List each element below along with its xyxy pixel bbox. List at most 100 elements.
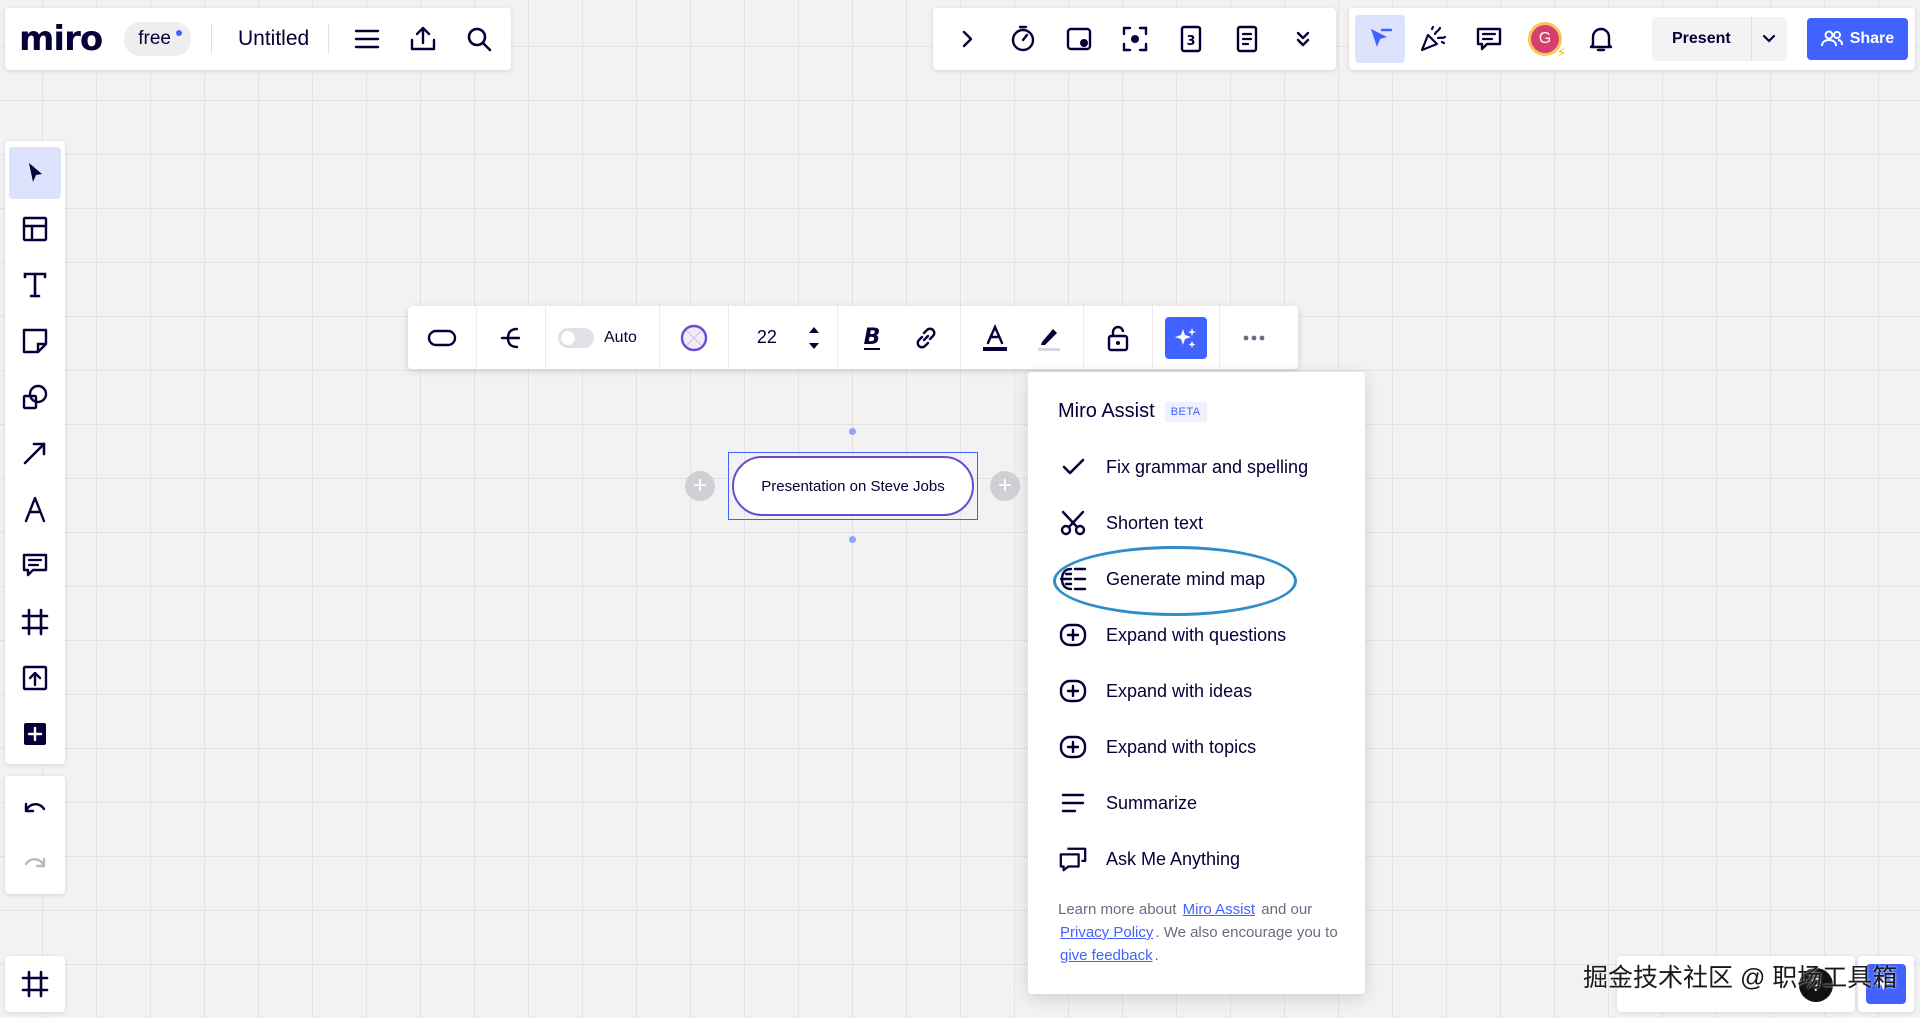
footer-text: and our — [1261, 901, 1313, 918]
bolt-icon: ⚡ — [1556, 45, 1566, 60]
comment-tool-icon[interactable] — [9, 540, 61, 592]
plan-badge-dot — [175, 30, 182, 36]
stepper-arrows-icon[interactable] — [803, 316, 825, 360]
menu-item-label: Generate mind map — [1106, 568, 1266, 589]
share-label: Share — [1849, 30, 1895, 47]
templates-icon[interactable] — [9, 203, 61, 255]
shapes-icon[interactable] — [9, 371, 61, 423]
font-size-value[interactable]: 22 — [741, 327, 793, 348]
node-text[interactable]: Presentation on Steve Jobs — [761, 478, 944, 495]
privacy-policy-link[interactable]: Privacy Policy — [1058, 924, 1155, 941]
svg-text:3: 3 — [1186, 34, 1195, 49]
lines-icon — [1058, 788, 1088, 818]
board-header: miro free Untitled — [5, 8, 511, 70]
notes-icon[interactable] — [1219, 11, 1275, 67]
menu-item-label: Fix grammar and spelling — [1106, 456, 1309, 477]
comments-icon[interactable] — [1461, 11, 1517, 67]
search-icon[interactable] — [451, 11, 507, 67]
export-icon[interactable] — [395, 11, 451, 67]
bold-icon[interactable]: B — [850, 316, 894, 360]
more-apps-icon[interactable] — [9, 708, 61, 760]
footer-text: . — [1154, 947, 1159, 964]
node-shape: Presentation on Steve Jobs — [732, 456, 974, 516]
chevron-down-icon[interactable] — [1750, 17, 1787, 61]
timer-icon[interactable] — [995, 11, 1051, 67]
menu-item-label: Expand with ideas — [1106, 680, 1253, 701]
miro-logo[interactable]: miro — [19, 19, 103, 59]
check-icon — [1058, 452, 1088, 482]
auto-group: Auto — [546, 306, 660, 369]
menu-item-expand-ideas[interactable]: Expand with ideas — [1052, 668, 1342, 714]
bell-icon[interactable] — [1573, 11, 1629, 67]
redo-icon[interactable] — [9, 839, 61, 890]
sticky-note-icon[interactable] — [9, 315, 61, 367]
ai-sparkle-icon[interactable] — [1164, 316, 1207, 359]
chevron-right-icon[interactable] — [939, 11, 995, 67]
avatar-initial: G — [1538, 30, 1552, 47]
connector-line-icon[interactable] — [9, 427, 61, 479]
menu-item-expand-topics[interactable]: Expand with topics — [1052, 724, 1342, 770]
frame-tool-icon[interactable] — [9, 596, 61, 648]
menu-item-label: Shorten text — [1106, 512, 1204, 533]
share-button[interactable]: Share — [1806, 18, 1909, 60]
beta-badge: BETA — [1164, 401, 1207, 422]
chat-bubbles-icon — [1058, 844, 1088, 874]
pill-shape-icon[interactable] — [420, 316, 464, 360]
plus-box-icon — [1058, 732, 1088, 762]
footer-text: Learn more about — [1058, 901, 1177, 918]
undo-icon[interactable] — [9, 784, 61, 835]
font-size-group: 22 — [729, 306, 838, 369]
menu-item-expand-questions[interactable]: Expand with questions — [1052, 612, 1342, 658]
double-chevron-down-icon[interactable] — [1275, 11, 1331, 67]
scissors-icon — [1058, 508, 1088, 538]
menu-item-fix-grammar[interactable]: Fix grammar and spelling — [1052, 444, 1342, 490]
highlighter-icon[interactable] — [1027, 316, 1071, 360]
upload-icon[interactable] — [9, 652, 61, 704]
shape-group — [408, 306, 477, 369]
context-toolbar: Auto 22 B — [408, 306, 1298, 369]
link-icon[interactable] — [904, 316, 948, 360]
celebrate-icon[interactable] — [1405, 11, 1461, 67]
frames-icon[interactable] — [21, 970, 49, 998]
resize-handle-top[interactable] — [849, 428, 856, 435]
more-options-icon[interactable] — [1232, 316, 1276, 360]
branch-group — [477, 306, 546, 369]
menu-item-generate-mind-map[interactable]: Generate mind map — [1052, 556, 1342, 602]
assist-title: Miro Assist — [1058, 400, 1155, 422]
branch-style-icon[interactable] — [489, 316, 533, 360]
add-left-node-button[interactable]: + — [685, 471, 715, 501]
text-color-icon[interactable] — [973, 316, 1017, 360]
menu-item-summarize[interactable]: Summarize — [1052, 780, 1342, 826]
more-group — [1220, 306, 1288, 369]
menu-icon[interactable] — [339, 11, 395, 67]
cursor-icon[interactable] — [1355, 15, 1405, 63]
plan-badge-label: free — [138, 28, 171, 49]
board-title[interactable]: Untitled — [238, 27, 309, 51]
assist-header: Miro Assist BETA — [1058, 400, 1207, 423]
present-button[interactable]: Present — [1652, 17, 1751, 61]
menu-item-label: Summarize — [1106, 792, 1198, 813]
auto-label: Auto — [604, 328, 637, 346]
users-icon — [1820, 30, 1843, 48]
give-feedback-link[interactable]: give feedback — [1058, 947, 1155, 964]
add-right-node-button[interactable]: + — [990, 471, 1020, 501]
plan-badge[interactable]: free — [124, 22, 191, 56]
auto-toggle[interactable] — [558, 327, 594, 348]
menu-item-ask-me-anything[interactable]: Ask Me Anything — [1052, 836, 1342, 882]
focus-icon[interactable] — [1107, 11, 1163, 67]
lock-icon[interactable] — [1096, 316, 1140, 360]
menu-item-label: Expand with topics — [1106, 736, 1257, 757]
present-group: Present — [1652, 17, 1787, 61]
mindmap-node[interactable]: Presentation on Steve Jobs — [728, 452, 978, 520]
avatar[interactable]: G ⚡ — [1528, 22, 1566, 60]
divider — [328, 24, 330, 54]
fill-color-icon[interactable] — [672, 316, 716, 360]
voting-icon[interactable] — [1051, 11, 1107, 67]
pen-icon[interactable] — [9, 484, 61, 536]
miro-assist-link[interactable]: Miro Assist — [1181, 901, 1258, 918]
select-tool-icon[interactable] — [9, 147, 61, 199]
countdown-icon[interactable]: 3 — [1163, 11, 1219, 67]
text-tool-icon[interactable] — [9, 259, 61, 311]
menu-item-shorten-text[interactable]: Shorten text — [1052, 500, 1342, 546]
resize-handle-bottom[interactable] — [849, 536, 856, 543]
